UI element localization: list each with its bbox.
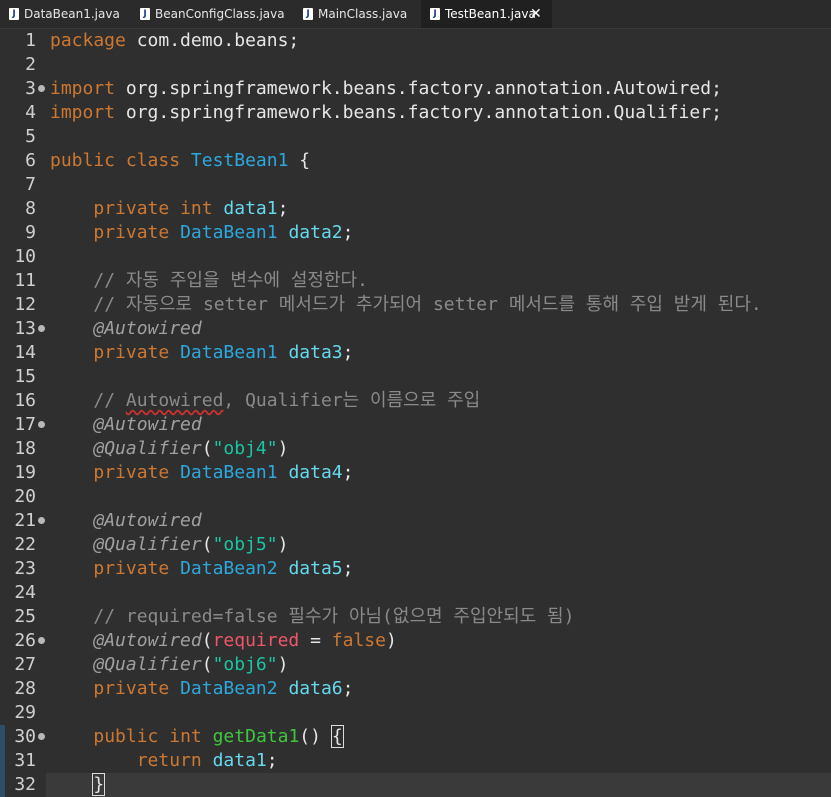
line-number: 22 <box>14 534 36 555</box>
line-number: 4 <box>25 102 36 123</box>
fold-toggle-icon[interactable] <box>38 733 45 740</box>
code-line-30: public int getData1() { <box>93 725 344 748</box>
code-line-28: private DataBean2 data6; <box>93 678 354 699</box>
fold-toggle-icon[interactable] <box>38 325 45 332</box>
line-number: 26 <box>14 630 36 651</box>
line-number: 20 <box>14 486 36 507</box>
line-number: 8 <box>25 198 36 219</box>
code-line-12: // 자동으로 setter 메서드가 추가되어 setter 메서드를 통해 … <box>93 294 762 315</box>
line-number: 27 <box>14 654 36 675</box>
line-number: 11 <box>14 270 36 291</box>
code-line-17: @Autowired <box>93 414 202 435</box>
code-line-13: @Autowired <box>93 318 202 339</box>
code-line-8: private int data1; <box>93 198 289 219</box>
gutter-change-marker <box>0 749 5 773</box>
code-line-32: } <box>92 773 106 796</box>
tab-mainclass-java[interactable]: J MainClass.java <box>294 0 424 28</box>
line-number: 19 <box>14 462 36 483</box>
line-number: 12 <box>14 294 36 315</box>
java-file-icon: J <box>9 8 19 20</box>
line-number: 5 <box>25 126 36 147</box>
code-line-25: // required=false 필수가 아님(없으면 주입안되도 됨) <box>93 606 575 627</box>
line-number: 17 <box>14 414 36 435</box>
fold-toggle-icon[interactable] <box>38 517 45 524</box>
code-line-1: package com.demo.beans; <box>50 30 300 51</box>
java-file-icon: J <box>303 8 313 20</box>
code-line-21: @Autowired <box>93 510 202 531</box>
current-line-highlight <box>46 773 831 797</box>
line-number: 25 <box>14 606 36 627</box>
code-line-3: import org.springframework.beans.factory… <box>50 78 722 99</box>
tab-beanconfigclass-java[interactable]: J BeanConfigClass.java <box>130 0 290 28</box>
line-number: 23 <box>14 558 36 579</box>
line-number: 14 <box>14 342 36 363</box>
gutter-change-marker <box>0 773 5 797</box>
code-line-19: private DataBean1 data4; <box>93 462 354 483</box>
line-number: 13 <box>14 318 36 339</box>
editor-tab-bar: J DataBean1.java J BeanConfigClass.java … <box>0 0 831 29</box>
tab-label: TestBean1.java <box>445 7 536 21</box>
close-icon[interactable]: ✕ <box>530 0 542 28</box>
code-line-22: @Qualifier("obj5") <box>93 534 289 555</box>
line-number: 16 <box>14 390 36 411</box>
fold-toggle-icon[interactable] <box>38 85 45 92</box>
line-number: 30 <box>14 726 36 747</box>
tab-label: MainClass.java <box>318 7 408 21</box>
code-line-23: private DataBean2 data5; <box>93 558 354 579</box>
line-number: 3 <box>25 78 36 99</box>
tab-testbean1-java[interactable]: J TestBean1.java ✕ <box>421 0 552 28</box>
code-line-31: return data1; <box>136 750 278 771</box>
code-line-16: // Autowired, Qualifier는 이름으로 주입 <box>93 390 481 411</box>
code-line-26: @Autowired(required = false) <box>93 630 397 651</box>
code-line-11: // 자동 주입을 변수에 설정한다. <box>93 270 368 291</box>
tab-label: BeanConfigClass.java <box>155 7 285 21</box>
line-number: 9 <box>25 222 36 243</box>
gutter-change-marker <box>0 725 5 749</box>
line-number: 31 <box>14 750 36 771</box>
line-number: 1 <box>25 30 36 51</box>
tab-databean1-java[interactable]: J DataBean1.java <box>0 0 120 28</box>
line-number: 7 <box>25 174 36 195</box>
fold-toggle-icon[interactable] <box>38 421 45 428</box>
fold-toggle-icon[interactable] <box>38 637 45 644</box>
code-line-4: import org.springframework.beans.factory… <box>50 102 722 123</box>
text-cursor <box>104 773 106 793</box>
line-number: 15 <box>14 366 36 387</box>
line-number: 6 <box>25 150 36 171</box>
code-line-6: public class TestBean1 { <box>50 150 311 171</box>
line-number: 24 <box>14 582 36 603</box>
code-line-18: @Qualifier("obj4") <box>93 438 289 459</box>
line-number: 32 <box>14 774 36 795</box>
code-line-9: private DataBean1 data2; <box>93 222 354 243</box>
line-number: 28 <box>14 678 36 699</box>
line-number: 10 <box>14 246 36 267</box>
line-number: 18 <box>14 438 36 459</box>
java-file-icon: J <box>140 8 150 20</box>
line-number: 29 <box>14 702 36 723</box>
line-number: 2 <box>25 54 36 75</box>
code-line-14: private DataBean1 data3; <box>93 342 354 363</box>
tab-label: DataBean1.java <box>24 7 120 21</box>
java-file-icon: J <box>430 8 440 20</box>
line-number: 21 <box>14 510 36 531</box>
code-line-27: @Qualifier("obj6") <box>93 654 289 675</box>
code-editor[interactable]: 1 2 3 4 5 6 7 8 9 10 11 12 13 14 15 16 17 18 19 20 21 22 23 24 2… <box>0 29 831 797</box>
